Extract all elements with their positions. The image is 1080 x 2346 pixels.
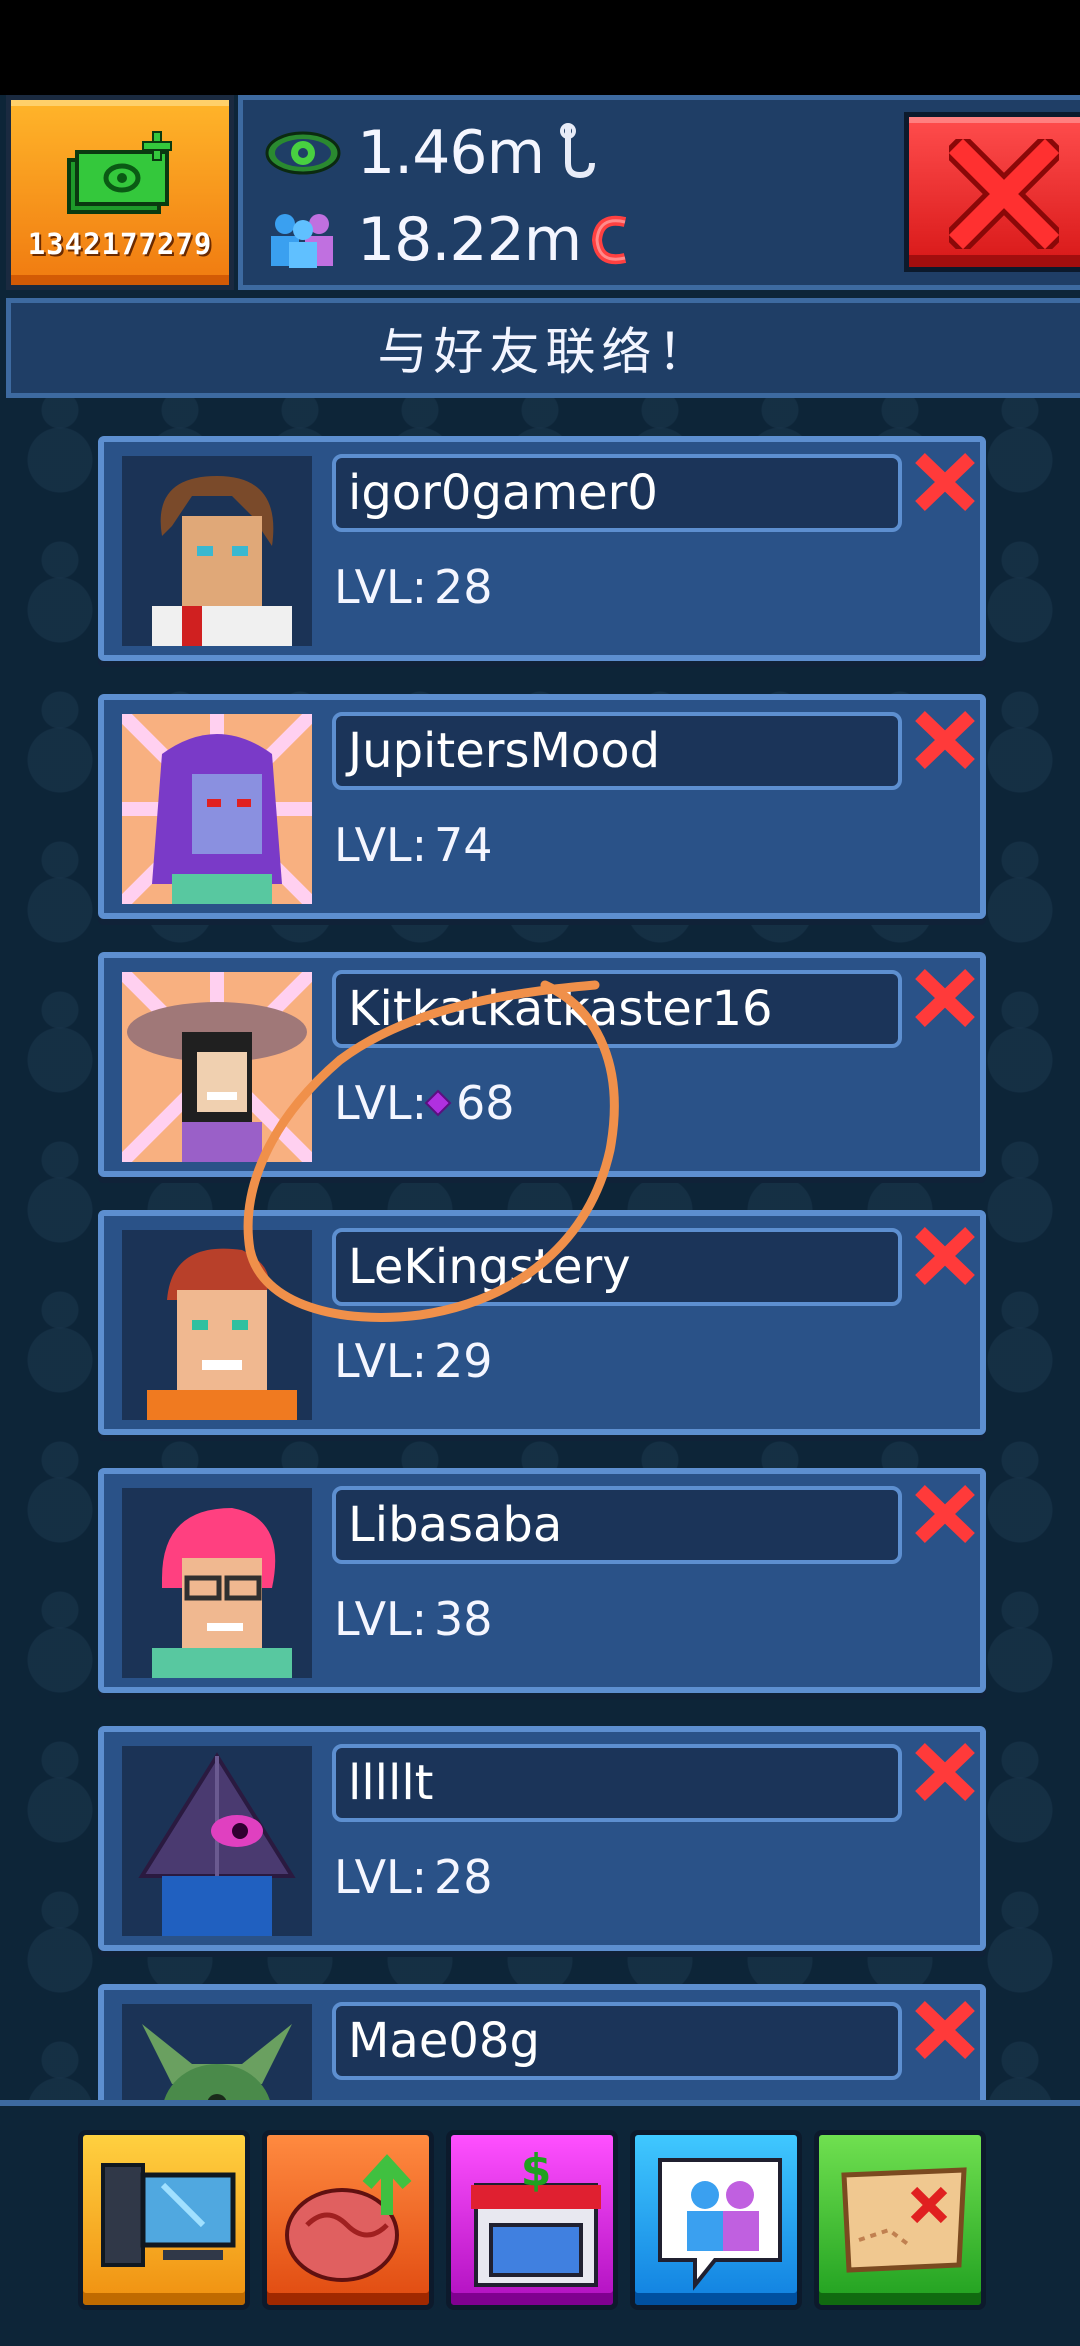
level-value: 68 [456, 1076, 515, 1130]
friend-name-box: LeKingstery [332, 1228, 902, 1306]
computer-icon [101, 2163, 236, 2267]
friend-name: lllllt [348, 1755, 434, 1811]
page-title: 与好友联络！ [377, 323, 714, 381]
map-icon [841, 2167, 967, 2273]
level-label: LVL: [334, 1592, 428, 1646]
nav-map-button[interactable] [814, 2130, 986, 2310]
followers-icon [271, 214, 333, 268]
friend-card[interactable]: JupitersMood LVL: 74 [98, 694, 986, 919]
friend-card[interactable]: Kitkatkatkaster16 LVL: 68 [98, 952, 986, 1177]
level-row: LVL: 74 [334, 818, 493, 872]
level-value: 74 [434, 818, 493, 872]
level-label: LVL: [334, 1850, 428, 1904]
buy-money-button[interactable]: 1342177279 [6, 95, 234, 290]
cash-plus-icon [67, 131, 172, 214]
followers-value: 18.22m [357, 205, 582, 275]
remove-friend-button[interactable] [912, 452, 978, 512]
friend-name-box: JupitersMood [332, 712, 902, 790]
friend-name: Libasaba [348, 1497, 563, 1553]
nav-friends-button[interactable] [630, 2130, 802, 2310]
avatar [122, 1746, 312, 1936]
money-amount: 1342177279 [27, 227, 213, 261]
level-value: 29 [434, 1334, 493, 1388]
friend-name: JupitersMood [348, 723, 661, 779]
cancel-symbol-icon [592, 215, 627, 265]
friends-chat-icon [658, 2158, 782, 2291]
remove-friend-button[interactable] [912, 1742, 978, 1802]
friend-card[interactable]: LeKingstery LVL: 29 [98, 1210, 986, 1435]
remove-friend-button[interactable] [912, 710, 978, 770]
close-icon [949, 139, 1059, 249]
avatar [122, 714, 312, 904]
level-value: 28 [434, 1850, 493, 1904]
friend-name: Mae08g [348, 2013, 540, 2069]
level-value: 28 [434, 560, 493, 614]
gem-icon [424, 1089, 452, 1117]
hook-icon [560, 123, 596, 179]
level-label: LVL: [334, 1334, 428, 1388]
level-value: 38 [434, 1592, 493, 1646]
status-bar-area [0, 0, 1080, 95]
remove-friend-button[interactable] [912, 2000, 978, 2060]
svg-text:$: $ [521, 2145, 552, 2196]
friend-name: igor0gamer0 [348, 465, 658, 521]
eye-icon [265, 131, 341, 175]
level-label: LVL: [334, 1076, 428, 1130]
level-row: LVL: 28 [334, 560, 493, 614]
brain-upgrade-icon [285, 2154, 412, 2282]
friend-name: Kitkatkatkaster16 [348, 981, 773, 1037]
views-stat: 1.46m [263, 118, 598, 188]
level-row: LVL: 28 [334, 1850, 493, 1904]
friend-name-box: Mae08g [332, 2002, 902, 2080]
friend-card[interactable]: Libasaba LVL: 38 [98, 1468, 986, 1693]
nav-shop-button[interactable]: $ [446, 2130, 618, 2310]
avatar [122, 972, 312, 1162]
views-value: 1.46m [357, 118, 545, 188]
friend-name-box: Kitkatkatkaster16 [332, 970, 902, 1048]
avatar [122, 1488, 312, 1678]
friend-name: LeKingstery [348, 1239, 631, 1295]
nav-upgrade-button[interactable] [262, 2130, 434, 2310]
remove-friend-button[interactable] [912, 1226, 978, 1286]
close-button[interactable] [904, 112, 1080, 272]
remove-friend-button[interactable] [912, 1484, 978, 1544]
followers-stat: 18.22m [263, 205, 635, 275]
title-bar: 与好友联络！ [6, 298, 1080, 398]
friend-name-box: igor0gamer0 [332, 454, 902, 532]
shop-icon: $ [471, 2145, 601, 2287]
avatar [122, 456, 312, 646]
level-row: LVL: 68 [334, 1076, 515, 1130]
nav-computer-button[interactable] [78, 2130, 250, 2310]
remove-friend-button[interactable] [912, 968, 978, 1028]
level-label: LVL: [334, 818, 428, 872]
avatar [122, 1230, 312, 1420]
friend-name-box: lllllt [332, 1744, 902, 1822]
friend-name-box: Libasaba [332, 1486, 902, 1564]
level-row: LVL: 38 [334, 1592, 493, 1646]
level-row: LVL: 29 [334, 1334, 493, 1388]
friend-card[interactable]: lllllt LVL: 28 [98, 1726, 986, 1951]
friend-card[interactable]: igor0gamer0 LVL: 28 [98, 436, 986, 661]
level-label: LVL: [334, 560, 428, 614]
